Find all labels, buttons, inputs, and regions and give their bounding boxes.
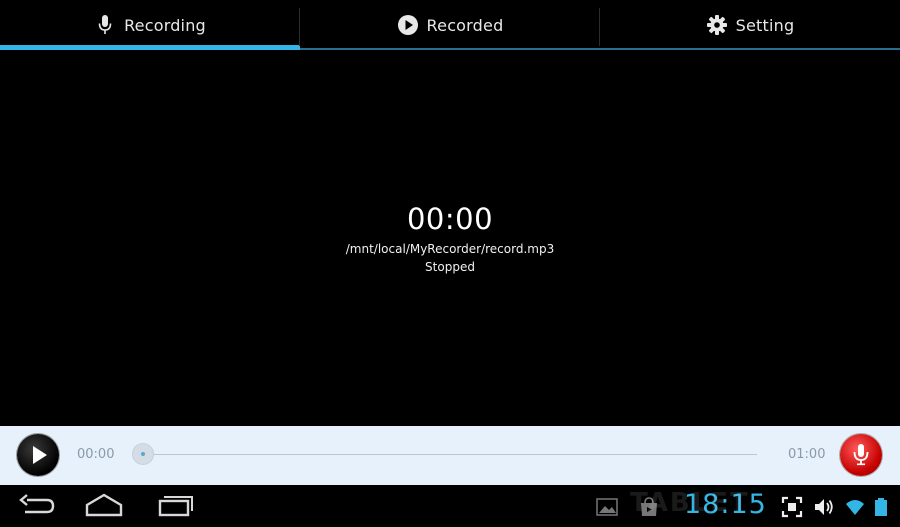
play-button[interactable] xyxy=(17,434,59,476)
seek-thumb[interactable] xyxy=(133,444,153,464)
recording-status: Stopped xyxy=(425,260,475,274)
microphone-icon xyxy=(853,444,869,466)
recording-panel: 00:00 /mnt/local/MyRecorder/record.mp3 S… xyxy=(0,50,900,426)
microphone-icon xyxy=(94,14,116,36)
app-window: Recording Recorded Setting 00:00 /mnt/lo… xyxy=(0,0,900,527)
seek-track[interactable] xyxy=(143,454,757,455)
battery-icon xyxy=(875,498,887,516)
status-clock: 18:15 xyxy=(684,489,767,520)
tab-setting-label: Setting xyxy=(735,15,795,35)
tab-recorded[interactable]: Recorded xyxy=(300,0,600,50)
play-circle-icon xyxy=(397,14,419,36)
record-button[interactable] xyxy=(840,434,882,476)
wifi-icon xyxy=(846,500,864,515)
home-icon xyxy=(85,493,123,517)
total-time: 01:00 xyxy=(788,447,826,462)
back-arrow-icon xyxy=(19,494,55,514)
tab-recorded-label: Recorded xyxy=(426,15,504,35)
tab-recording-label: Recording xyxy=(124,15,206,35)
play-icon xyxy=(33,446,47,464)
player-bar: 00:00 01:00 xyxy=(0,426,900,485)
file-path: /mnt/local/MyRecorder/record.mp3 xyxy=(345,242,555,256)
recent-apps-icon xyxy=(158,496,193,517)
home-button[interactable] xyxy=(84,491,124,521)
tab-bar: Recording Recorded Setting xyxy=(0,0,900,50)
system-nav-bar: 18:15 xyxy=(0,485,900,527)
tab-setting[interactable]: Setting xyxy=(600,0,900,50)
store-bag-icon xyxy=(641,497,657,516)
elapsed-timer: 00:00 xyxy=(406,202,494,236)
gallery-icon xyxy=(596,498,618,516)
current-time: 00:00 xyxy=(77,447,115,462)
screenshot-icon[interactable] xyxy=(781,496,803,518)
recent-apps-button[interactable] xyxy=(155,491,195,521)
gear-icon xyxy=(706,14,728,36)
tab-recording[interactable]: Recording xyxy=(0,0,300,50)
volume-icon[interactable] xyxy=(813,496,835,518)
back-button[interactable] xyxy=(17,491,57,521)
